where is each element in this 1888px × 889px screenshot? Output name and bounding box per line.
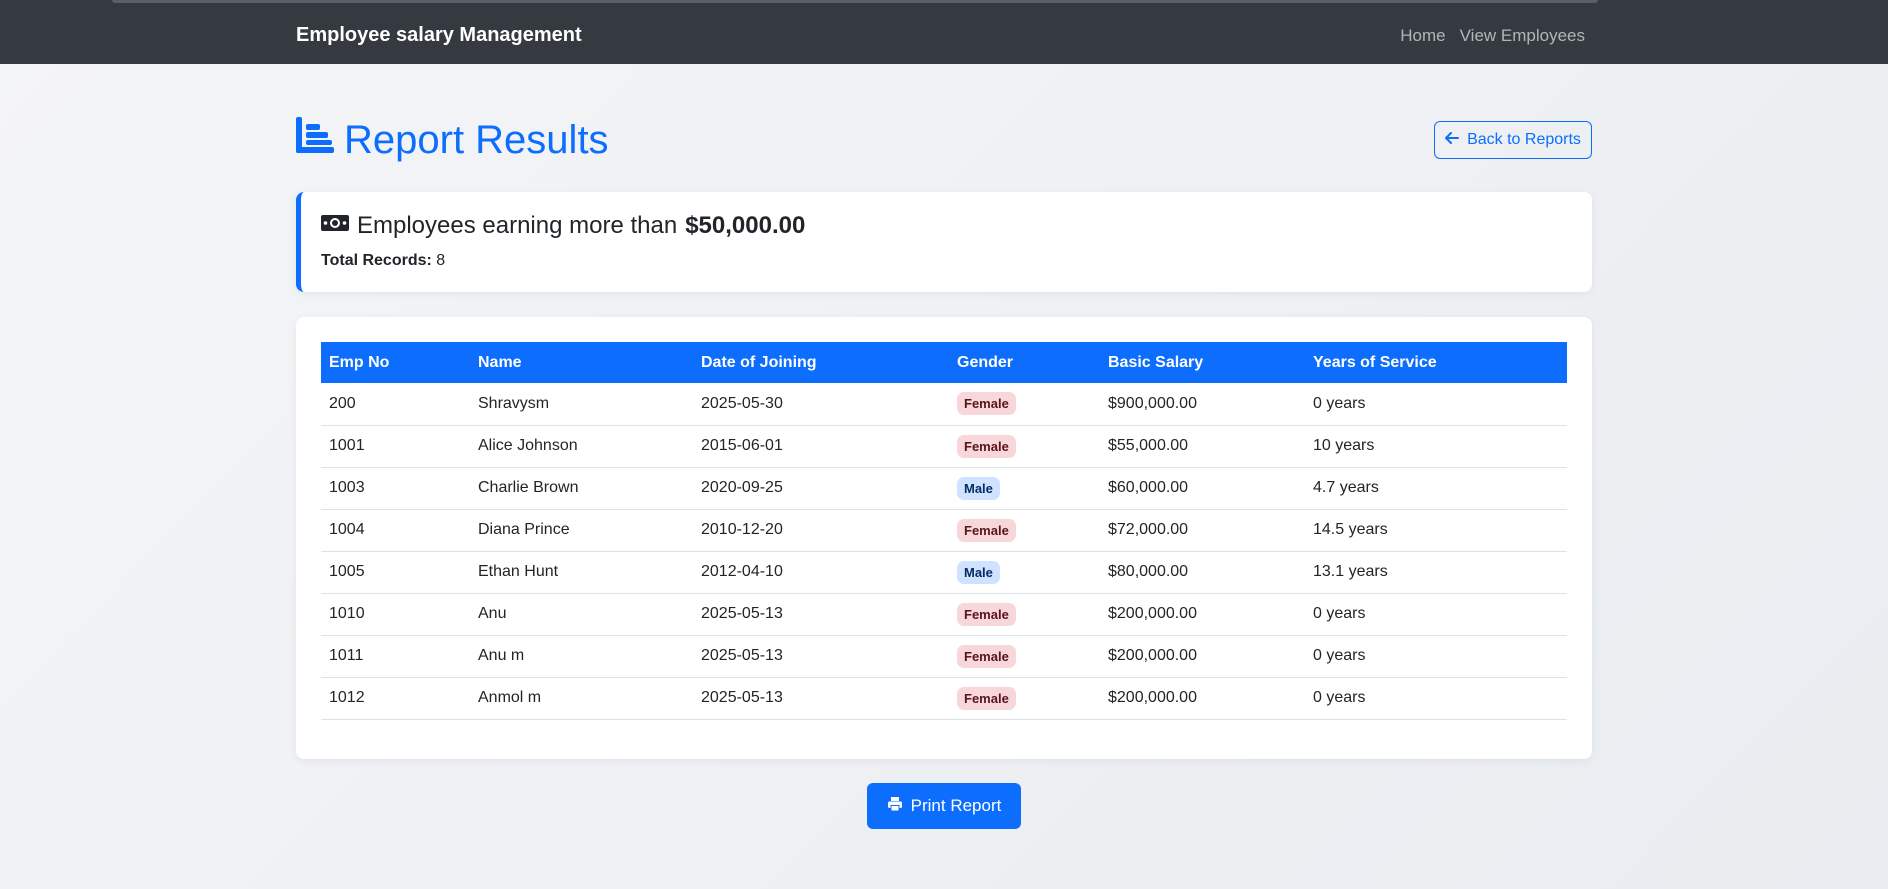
chart-bar-icon: [296, 117, 334, 163]
report-heading-prefix: Employees earning more than: [357, 212, 678, 239]
cell-basic-salary: $80,000.00: [1108, 563, 1189, 580]
gender-badge: Female: [957, 392, 1016, 416]
column-header-emp-no: Emp No: [329, 353, 390, 371]
cell-name: Diana Prince: [478, 521, 570, 538]
nav-link-view-employees[interactable]: View Employees: [1460, 26, 1585, 46]
cell-emp-no: 1003: [329, 479, 365, 496]
money-bill-icon: [321, 212, 349, 240]
cell-date-of-joining: 2010-12-20: [701, 521, 783, 538]
cell-name: Anu: [478, 605, 507, 622]
cell-years-of-service: 0 years: [1313, 605, 1366, 622]
print-report-button[interactable]: Print Report: [867, 783, 1021, 829]
gender-badge: Female: [957, 644, 1016, 668]
column-header-gender: Gender: [957, 353, 1014, 371]
page-title: Report Results: [296, 116, 609, 164]
cell-years-of-service: 0 years: [1313, 689, 1366, 706]
cell-date-of-joining: 2025-05-13: [701, 605, 783, 622]
cell-basic-salary: $72,000.00: [1108, 521, 1189, 538]
report-heading: Employees earning more than $50,000.00: [321, 212, 805, 240]
cell-name: Ethan Hunt: [478, 563, 559, 580]
cell-emp-no: 1012: [329, 689, 365, 706]
table-header-row: Emp No Name Date of Joining Gender Basic…: [321, 342, 1567, 383]
gender-badge: Female: [957, 434, 1016, 458]
cell-date-of-joining: 2025-05-13: [701, 647, 783, 664]
cell-date-of-joining: 2020-09-25: [701, 479, 783, 496]
column-header-name: Name: [478, 353, 522, 371]
cell-years-of-service: 4.7 years: [1313, 479, 1379, 496]
navbar: Employee salary Management Home View Emp…: [0, 0, 1888, 64]
cell-emp-no: 1005: [329, 563, 365, 580]
cell-years-of-service: 0 years: [1313, 394, 1366, 412]
table-row: 1011 Anu m 2025-05-13 Female $200,000.00…: [321, 635, 1567, 677]
cell-gender: Female: [949, 635, 1100, 677]
table-row: 1005 Ethan Hunt 2012-04-10 Male $80,000.…: [321, 551, 1567, 593]
table-row: 1012 Anmol m 2025-05-13 Female $200,000.…: [321, 677, 1567, 719]
navbar-brand[interactable]: Employee salary Management: [296, 24, 582, 47]
cell-date-of-joining: 2015-06-01: [701, 437, 783, 454]
total-records-value: 8: [436, 252, 446, 269]
cell-gender: Female: [949, 383, 1100, 425]
cell-date-of-joining: 2025-05-30: [701, 394, 783, 412]
cell-basic-salary: $200,000.00: [1108, 689, 1197, 706]
cell-gender: Female: [949, 677, 1100, 719]
cell-gender: Female: [949, 425, 1100, 467]
cell-gender: Male: [949, 467, 1100, 509]
cell-gender: Male: [949, 551, 1100, 593]
table-row: 1004 Diana Prince 2010-12-20 Female $72,…: [321, 509, 1567, 551]
report-summary-card: Employees earning more than $50,000.00 T…: [296, 192, 1592, 292]
cell-years-of-service: 0 years: [1313, 647, 1366, 664]
nav-link-home[interactable]: Home: [1400, 26, 1445, 46]
gender-badge: Female: [957, 602, 1016, 626]
cell-name: Alice Johnson: [478, 437, 578, 454]
total-records-label: Total Records:: [321, 252, 432, 269]
page-title-text: Report Results: [344, 117, 609, 162]
cell-emp-no: 200: [329, 394, 356, 412]
results-table: Emp No Name Date of Joining Gender Basic…: [321, 342, 1567, 720]
nav-links: Home View Employees: [1400, 26, 1585, 46]
total-records: Total Records: 8: [321, 252, 445, 270]
back-to-reports-button[interactable]: Back to Reports: [1434, 121, 1592, 159]
cell-name: Anu m: [478, 647, 525, 664]
cell-basic-salary: $60,000.00: [1108, 479, 1189, 496]
column-header-date-of-joining: Date of Joining: [701, 353, 817, 371]
cell-years-of-service: 14.5 years: [1313, 521, 1388, 538]
cell-basic-salary: $900,000.00: [1108, 394, 1197, 412]
table-row: 200 Shravysm 2025-05-30 Female $900,000.…: [321, 383, 1567, 425]
table-row: 1010 Anu 2025-05-13 Female $200,000.00 0…: [321, 593, 1567, 635]
cell-gender: Female: [949, 593, 1100, 635]
gender-badge: Male: [957, 560, 1000, 584]
table-row: 1001 Alice Johnson 2015-06-01 Female $55…: [321, 425, 1567, 467]
cell-date-of-joining: 2012-04-10: [701, 563, 783, 580]
gender-badge: Female: [957, 686, 1016, 710]
cell-years-of-service: 13.1 years: [1313, 563, 1388, 580]
cell-emp-no: 1011: [329, 647, 364, 664]
cell-basic-salary: $200,000.00: [1108, 605, 1197, 622]
back-to-reports-label: Back to Reports: [1467, 131, 1581, 148]
gender-badge: Male: [957, 476, 1000, 500]
arrow-left-icon: [1445, 131, 1460, 149]
cell-emp-no: 1010: [329, 605, 365, 622]
report-threshold-amount: $50,000.00: [685, 212, 806, 239]
cell-years-of-service: 10 years: [1313, 437, 1375, 454]
cell-name: Shravysm: [478, 394, 550, 412]
cell-name: Charlie Brown: [478, 479, 579, 496]
print-report-label: Print Report: [910, 796, 1002, 815]
table-row: 1003 Charlie Brown 2020-09-25 Male $60,0…: [321, 467, 1567, 509]
cell-emp-no: 1004: [329, 521, 365, 538]
cell-basic-salary: $200,000.00: [1108, 647, 1197, 664]
navbar-top-strip: [112, 0, 1598, 3]
column-header-basic-salary: Basic Salary: [1108, 353, 1204, 371]
printer-icon: [887, 796, 903, 817]
cell-name: Anmol m: [478, 689, 542, 706]
cell-basic-salary: $55,000.00: [1108, 437, 1189, 454]
cell-gender: Female: [949, 509, 1100, 551]
column-header-years-of-service: Years of Service: [1313, 353, 1437, 371]
results-table-card: Emp No Name Date of Joining Gender Basic…: [296, 317, 1592, 759]
cell-date-of-joining: 2025-05-13: [701, 689, 783, 706]
gender-badge: Female: [957, 518, 1016, 542]
cell-emp-no: 1001: [329, 437, 365, 454]
